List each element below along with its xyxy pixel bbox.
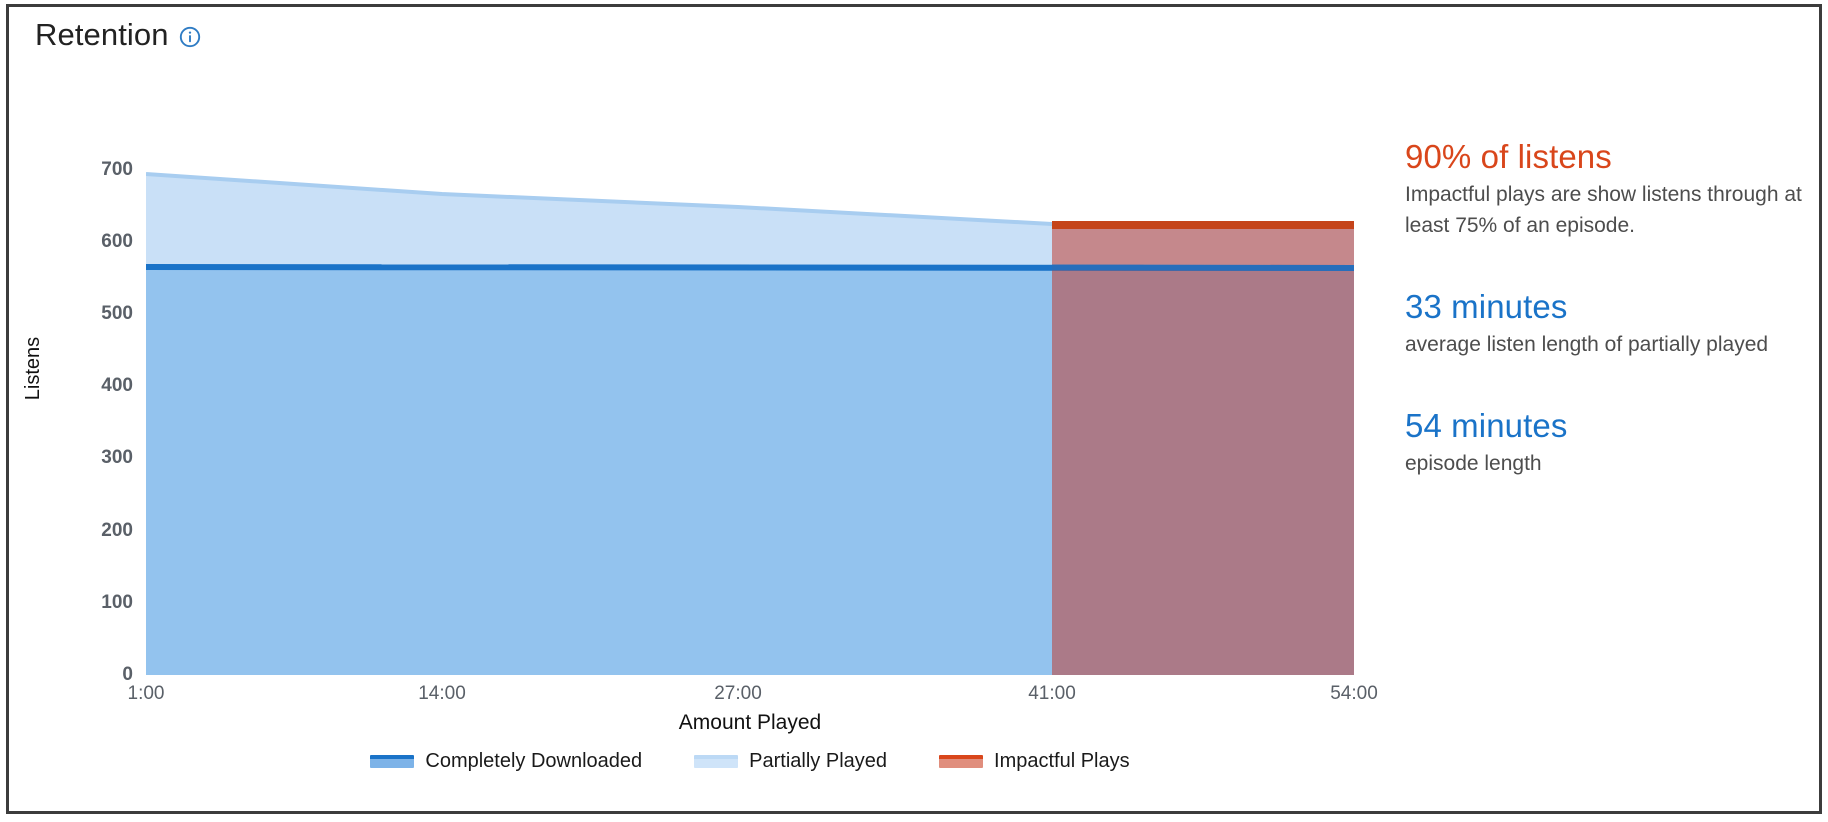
y-axis-title: Listens xyxy=(22,336,45,401)
x-tick: 27:00 xyxy=(714,683,762,704)
stat-average-listen-length: 33 minutes average listen length of part… xyxy=(1405,285,1815,360)
legend-item-partially-played[interactable]: Partially Played xyxy=(694,750,887,773)
stat-value: 90% of listens xyxy=(1405,138,1612,175)
retention-card: Retention Listens 700 600 500 400 300 20… xyxy=(6,4,1822,814)
stat-impactful-plays: 90% of listens Impactful plays are show … xyxy=(1405,135,1815,241)
stat-description: episode length xyxy=(1405,452,1542,475)
legend-label: Impactful Plays xyxy=(994,750,1130,772)
legend-swatch-icon xyxy=(939,755,984,768)
y-tick: 300 xyxy=(101,447,133,468)
y-tick: 500 xyxy=(101,303,133,324)
x-tick: 41:00 xyxy=(1028,683,1076,704)
y-tick: 200 xyxy=(101,520,133,541)
legend-label: Partially Played xyxy=(749,750,888,772)
legend-label: Completely Downloaded xyxy=(425,750,643,772)
legend-swatch-icon xyxy=(694,755,739,768)
plot-area xyxy=(146,167,1354,677)
legend-item-completely-downloaded[interactable]: Completely Downloaded xyxy=(370,750,642,773)
stat-description: average listen length of partially playe… xyxy=(1405,333,1769,356)
legend-item-impactful-plays[interactable]: Impactful Plays xyxy=(939,750,1130,773)
x-tick: 54:00 xyxy=(1330,683,1378,704)
legend-swatch-icon xyxy=(370,755,415,768)
stats-panel: 90% of listens Impactful plays are show … xyxy=(1405,135,1815,523)
series-completely-downloaded-line-overlay xyxy=(1051,264,1354,271)
y-tick: 600 xyxy=(101,231,133,252)
y-tick: 0 xyxy=(122,664,133,685)
stat-episode-length: 54 minutes episode length xyxy=(1405,404,1815,479)
chart-legend: Completely Downloaded Partially Played I… xyxy=(146,750,1354,773)
x-tick: 14:00 xyxy=(418,683,466,704)
x-axis-title: Amount Played xyxy=(678,711,822,734)
x-tick: 1:00 xyxy=(127,683,165,704)
y-tick: 400 xyxy=(101,375,133,396)
series-impactful-plays-area xyxy=(1052,224,1354,675)
stat-value: 33 minutes xyxy=(1405,288,1568,325)
stat-description: Impactful plays are show listens through… xyxy=(1405,183,1802,237)
y-axis-ticks: 700 600 500 400 300 200 100 0 xyxy=(61,7,133,813)
y-tick: 700 xyxy=(101,159,133,180)
retention-chart: Listens 700 600 500 400 300 200 100 0 1:… xyxy=(9,7,1409,813)
stat-value: 54 minutes xyxy=(1405,407,1568,444)
y-tick: 100 xyxy=(101,592,133,613)
